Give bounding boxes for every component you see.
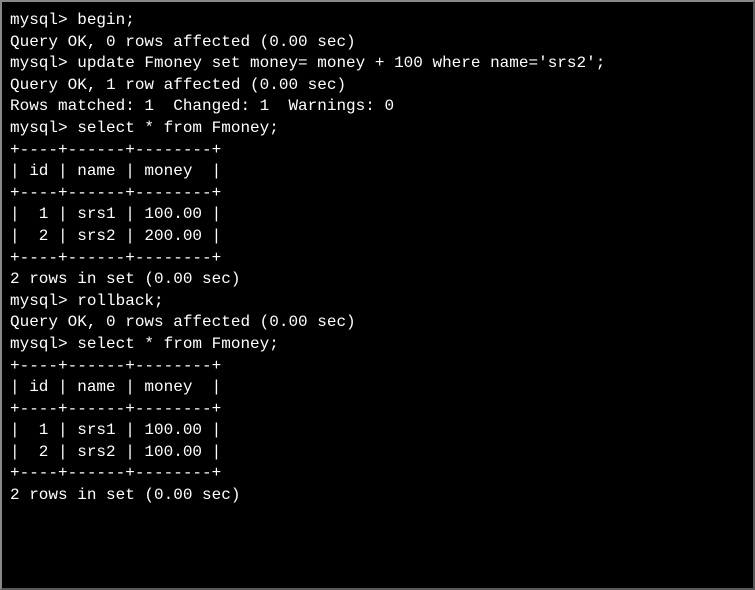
table-row: | 1 | srs1 | 100.00 | (10, 204, 745, 226)
terminal-line-output: Rows matched: 1 Changed: 1 Warnings: 0 (10, 96, 745, 118)
table-border: +----+------+--------+ (10, 248, 745, 270)
terminal-line-output: Query OK, 1 row affected (0.00 sec) (10, 75, 745, 97)
table-row: | 2 | srs2 | 100.00 | (10, 442, 745, 464)
terminal-line-prompt[interactable]: mysql> select * from Fmoney; (10, 334, 745, 356)
table-border: +----+------+--------+ (10, 140, 745, 162)
terminal-line-prompt[interactable]: mysql> update Fmoney set money= money + … (10, 53, 745, 75)
terminal-line-prompt[interactable]: mysql> select * from Fmoney; (10, 118, 745, 140)
table-header: | id | name | money | (10, 377, 745, 399)
terminal-line-output: 2 rows in set (0.00 sec) (10, 269, 745, 291)
table-border: +----+------+--------+ (10, 463, 745, 485)
table-border: +----+------+--------+ (10, 356, 745, 378)
terminal-line-prompt[interactable]: mysql> rollback; (10, 291, 745, 313)
table-border: +----+------+--------+ (10, 399, 745, 421)
table-row: | 2 | srs2 | 200.00 | (10, 226, 745, 248)
terminal-line-output: Query OK, 0 rows affected (0.00 sec) (10, 32, 745, 54)
terminal-line-output: 2 rows in set (0.00 sec) (10, 485, 745, 507)
terminal-line-output: Query OK, 0 rows affected (0.00 sec) (10, 312, 745, 334)
table-header: | id | name | money | (10, 161, 745, 183)
table-row: | 1 | srs1 | 100.00 | (10, 420, 745, 442)
terminal-line-prompt[interactable]: mysql> begin; (10, 10, 745, 32)
table-border: +----+------+--------+ (10, 183, 745, 205)
